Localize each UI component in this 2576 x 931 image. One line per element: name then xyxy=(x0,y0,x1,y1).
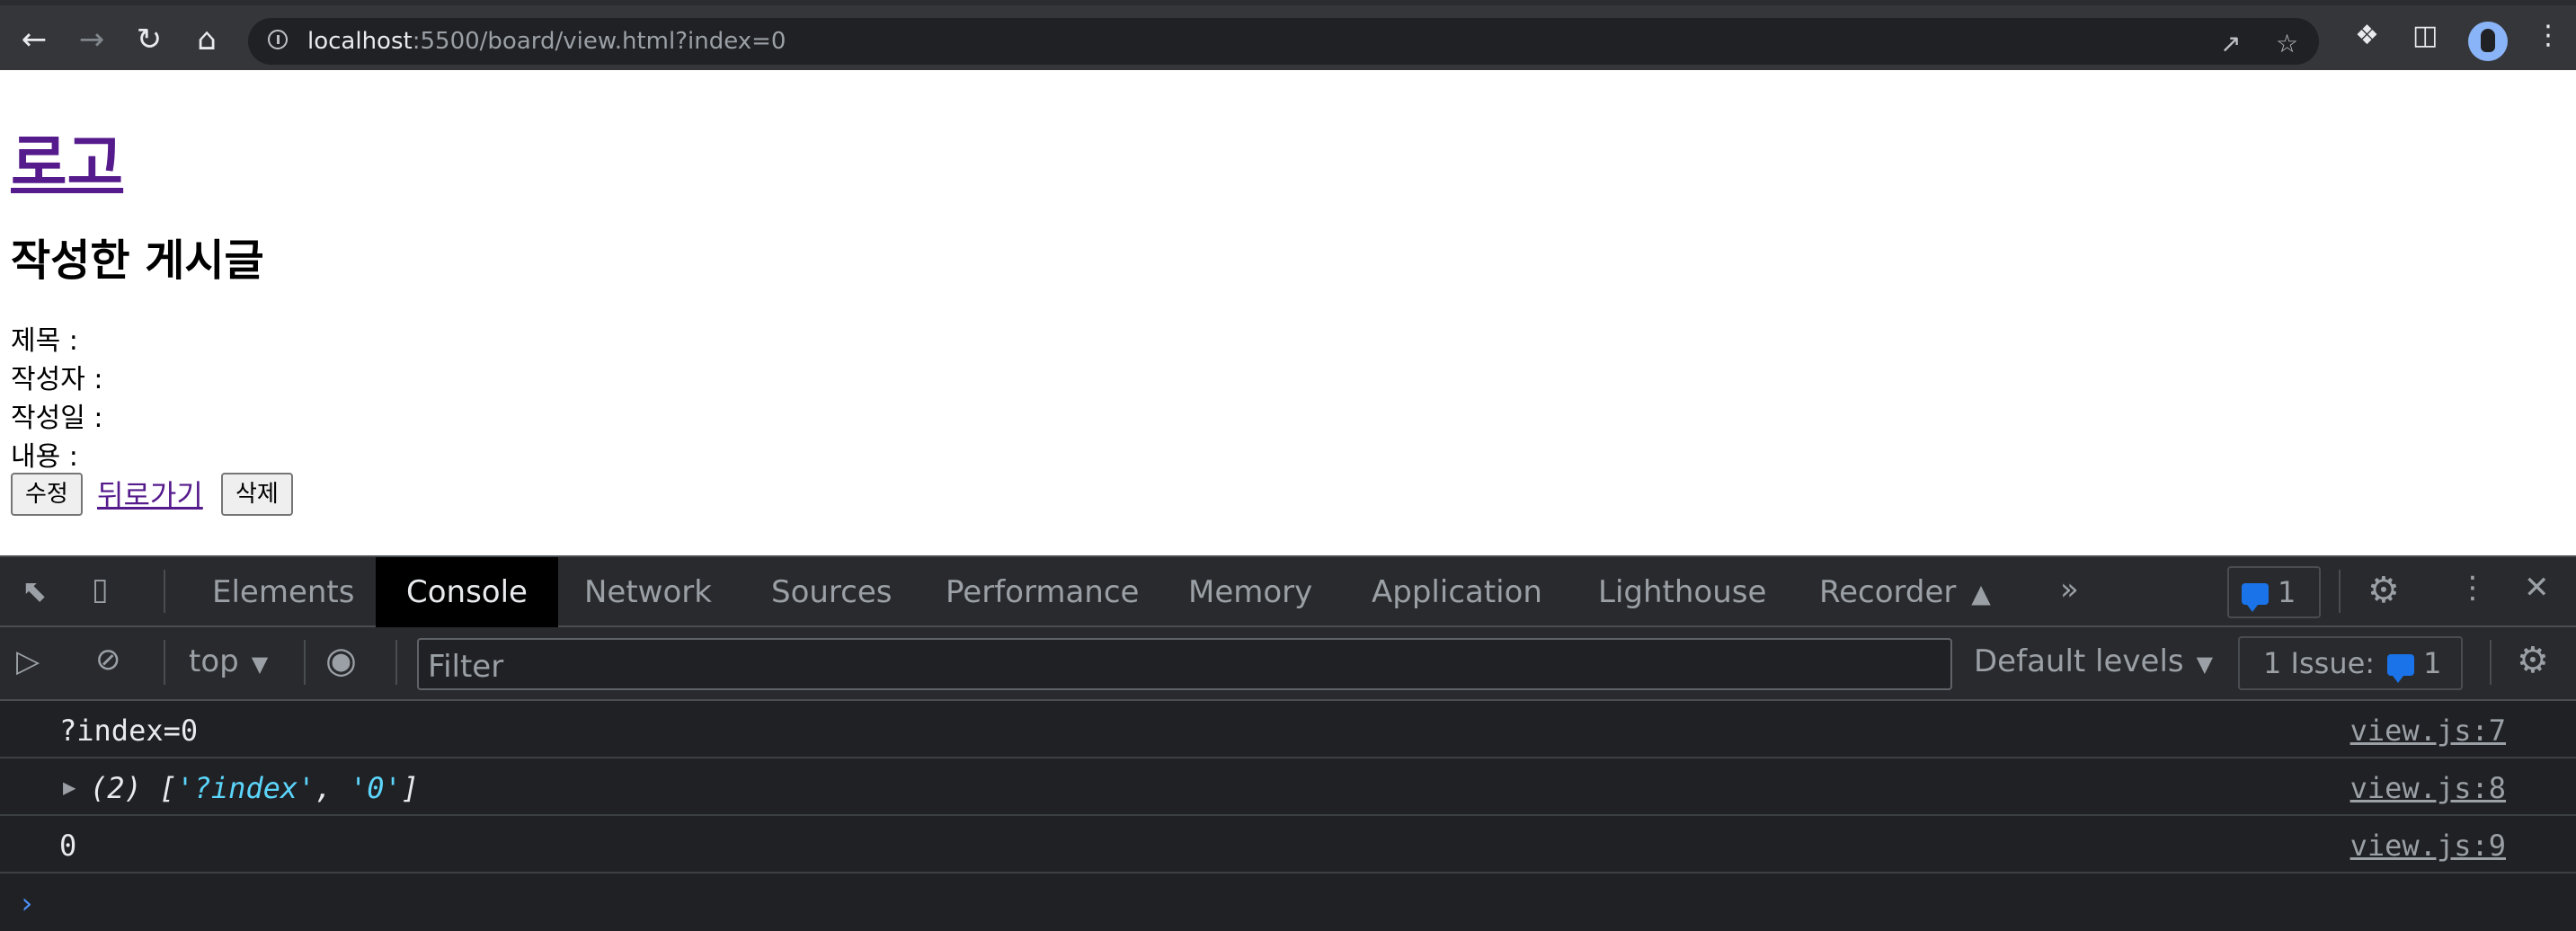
tab-application[interactable]: Application xyxy=(1341,557,1573,627)
message-bubble-icon xyxy=(2242,583,2269,612)
issues-button[interactable]: 1 Issue: 1 xyxy=(2238,636,2463,690)
issue-bubble-icon xyxy=(2387,654,2415,683)
extensions-puzzle-icon[interactable]: ❖ xyxy=(2355,20,2379,51)
address-bar[interactable]: localhost:5500/board/view.html?index=0 ↗… xyxy=(248,18,2319,65)
content-field-label: 내용 : xyxy=(11,441,78,473)
source-link[interactable]: view.js:7 xyxy=(2350,714,2506,748)
console-array-message[interactable]: (2) ['?index', '0'] xyxy=(90,771,419,805)
console-row[interactable]: ▶ (2) ['?index', '0'] view.js:8 xyxy=(0,758,2576,816)
console-prompt-chevron-icon[interactable]: › xyxy=(18,886,35,920)
context-selector[interactable]: top ▼ xyxy=(189,643,268,679)
inspect-element-icon[interactable]: ⬉ xyxy=(22,573,48,609)
messages-badge[interactable]: 1 xyxy=(2227,566,2321,618)
devtools-tab-bar: ⬉ ▯ Elements Console Network Sources Per… xyxy=(0,555,2576,627)
url-text: localhost:5500/board/view.html?index=0 xyxy=(307,28,786,55)
settings-gear-icon[interactable]: ⚙ xyxy=(2367,570,2400,611)
bookmark-star-icon[interactable]: ☆ xyxy=(2276,29,2298,58)
live-expression-eye-icon[interactable]: ◉ xyxy=(325,640,357,681)
kebab-menu-icon[interactable]: ⋮ xyxy=(2535,20,2562,51)
divider xyxy=(304,640,306,685)
console-settings-gear-icon[interactable]: ⚙ xyxy=(2517,640,2549,681)
console-row: ?index=0 view.js:7 xyxy=(0,701,2576,758)
tab-memory[interactable]: Memory xyxy=(1158,557,1343,627)
web-page: 로고 작성한 게시글 제목 : 작성자 : 작성일 : 내용 : 수정 뒤로가기… xyxy=(0,70,2576,555)
home-icon[interactable]: ⌂ xyxy=(189,22,225,58)
divider xyxy=(164,570,165,613)
tab-recorder-label: Recorder xyxy=(1819,574,1957,610)
close-devtools-icon[interactable]: ✕ xyxy=(2524,570,2550,606)
console-message: 0 xyxy=(59,829,77,863)
divider xyxy=(164,640,165,685)
reload-icon[interactable]: ↻ xyxy=(131,22,167,58)
author-field-label: 작성자 : xyxy=(11,364,103,395)
sidebar-toggle-icon[interactable]: ▷ xyxy=(16,643,40,679)
more-tabs-chevron-icon[interactable]: » xyxy=(2060,572,2079,607)
device-toolbar-icon[interactable]: ▯ xyxy=(92,572,109,607)
tab-elements[interactable]: Elements xyxy=(182,557,385,627)
source-link[interactable]: view.js:9 xyxy=(2350,829,2506,863)
divider xyxy=(2490,640,2492,685)
log-levels-dropdown[interactable]: Default levels ▼ xyxy=(1974,643,2213,679)
back-link[interactable]: 뒤로가기 xyxy=(97,473,203,514)
page-heading: 작성한 게시글 xyxy=(11,235,264,286)
tab-console[interactable]: Console xyxy=(376,557,558,627)
back-arrow-icon[interactable]: ← xyxy=(16,22,52,58)
edit-button[interactable]: 수정 xyxy=(11,473,83,516)
logo-link[interactable]: 로고 xyxy=(11,113,123,202)
delete-button[interactable]: 삭제 xyxy=(221,473,293,516)
devtools-menu-kebab-icon[interactable]: ⋮ xyxy=(2457,570,2488,606)
profile-avatar[interactable] xyxy=(2468,22,2508,61)
expand-triangle-icon[interactable]: ▶ xyxy=(63,775,76,800)
source-link[interactable]: view.js:8 xyxy=(2350,771,2506,805)
filter-box[interactable] xyxy=(417,638,1952,694)
clear-console-icon[interactable]: ⊘ xyxy=(95,642,121,678)
console-output: ?index=0 view.js:7 ▶ (2) ['?index', '0']… xyxy=(0,701,2576,931)
console-toolbar: ▷ ⊘ top▼ ◉ Default levels▼ 1 Issue:1 ⚙ xyxy=(0,627,2576,701)
console-message: ?index=0 xyxy=(59,714,199,748)
dropdown-arrow-icon: ▼ xyxy=(2196,652,2214,677)
filter-input[interactable] xyxy=(419,640,1950,694)
tab-recorder[interactable]: Recorder ▲ xyxy=(1789,557,2021,627)
flask-icon: ▲ xyxy=(1971,579,1991,608)
title-field-label: 제목 : xyxy=(11,325,78,357)
forward-arrow-icon[interactable]: → xyxy=(74,22,110,58)
side-panel-icon[interactable]: ◫ xyxy=(2412,20,2438,51)
share-icon[interactable]: ↗ xyxy=(2220,29,2241,58)
tab-network[interactable]: Network xyxy=(554,557,742,627)
tab-sources[interactable]: Sources xyxy=(741,557,923,627)
divider xyxy=(395,640,397,685)
dropdown-arrow-icon: ▼ xyxy=(251,652,269,677)
tab-lighthouse[interactable]: Lighthouse xyxy=(1568,557,1797,627)
date-field-label: 작성일 : xyxy=(11,403,103,434)
browser-toolbar: ← → ↻ ⌂ localhost:5500/board/view.html?i… xyxy=(0,0,2576,70)
site-info-icon[interactable] xyxy=(268,30,288,49)
console-row: 0 view.js:9 xyxy=(0,816,2576,873)
tab-performance[interactable]: Performance xyxy=(915,557,1169,627)
divider xyxy=(2339,570,2341,613)
